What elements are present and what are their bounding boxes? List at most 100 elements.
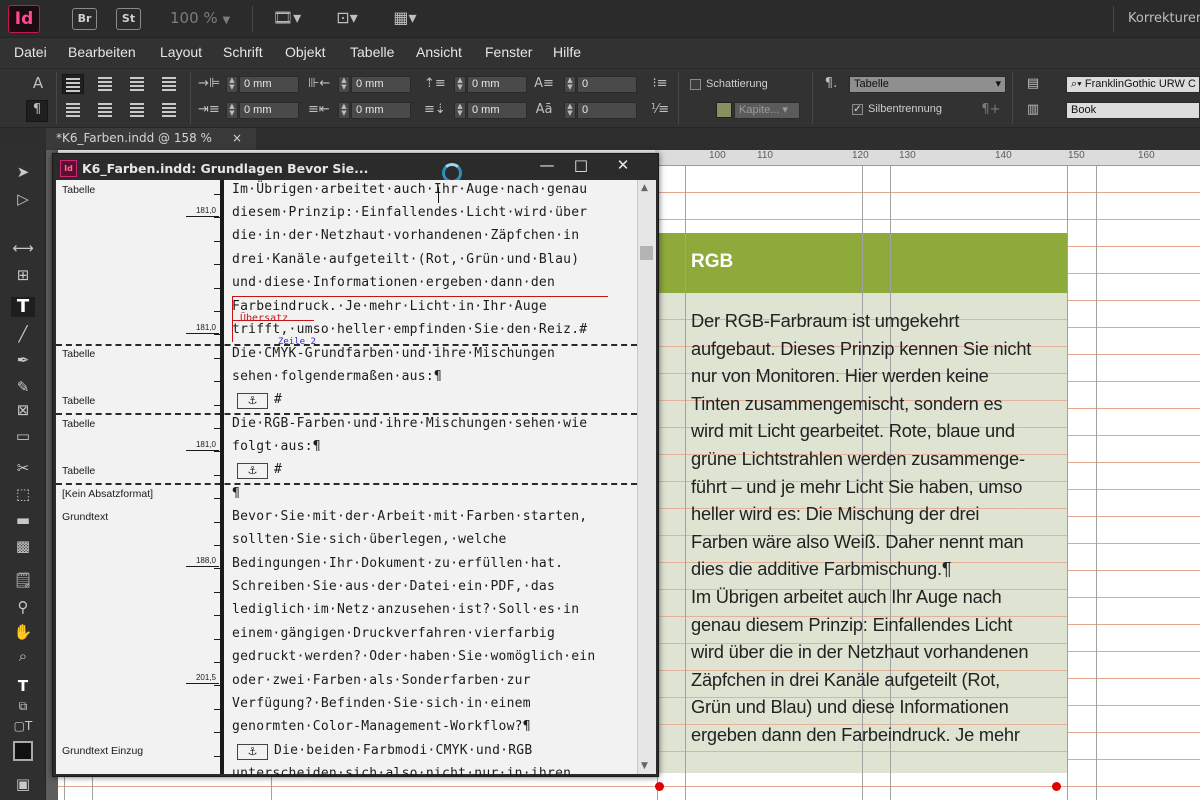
selection-tool-icon[interactable]: ➤ (11, 162, 35, 182)
scroll-down-icon[interactable]: ▼ (641, 761, 648, 771)
story-text-line[interactable]: drei·Kanäle·aufgeteilt·(Rot,·Grün·und·Bl… (232, 252, 579, 267)
paragraph-style-dropdown[interactable]: Tabelle ▾ (849, 76, 1006, 93)
story-text-line[interactable]: unterscheiden·sich·also·nicht·nur·in·ihr… (232, 766, 571, 781)
align-center-button[interactable] (94, 74, 116, 94)
drop-cap-chars-stepper[interactable]: ▲ ▼ (564, 102, 576, 119)
story-text-line[interactable]: sollten·Sie·sich·überlegen,·welche (232, 532, 507, 547)
span-columns-icon[interactable]: ▤ (1020, 75, 1046, 93)
free-transform-tool-icon[interactable]: ⬚ (11, 484, 35, 504)
menu-layout[interactable]: Layout (160, 44, 202, 60)
drop-cap-lines-field[interactable]: 0 (577, 76, 637, 93)
story-text-line[interactable]: einem·gängigen·Druckverfahren·vierfarbig (232, 626, 555, 641)
scissors-tool-icon[interactable]: ✂ (11, 458, 35, 478)
document-tab[interactable]: *K6_Farben.indd @ 158 % × (46, 128, 256, 150)
story-text-line[interactable]: Im·Übrigen·arbeitet·auch·Ihr·Auge·nach·g… (232, 182, 587, 197)
menu-fenster[interactable]: Fenster (485, 44, 532, 60)
story-text-line[interactable]: folgt·aus:¶ (232, 439, 321, 454)
space-after-stepper[interactable]: ▲ ▼ (454, 102, 466, 119)
font-family-field[interactable]: ⌕▾ FranklinGothic URW C (1066, 76, 1200, 93)
menu-ansicht[interactable]: Ansicht (416, 44, 462, 60)
scrollbar-thumb[interactable] (640, 246, 653, 260)
menu-hilfe[interactable]: Hilfe (553, 44, 581, 60)
align-left-button[interactable] (62, 74, 84, 94)
type-tool-icon[interactable]: T (11, 297, 35, 317)
gap-tool-icon[interactable]: ⟷ (11, 238, 35, 258)
stock-button[interactable]: St (116, 8, 141, 30)
note-tool-icon[interactable]: 🗒 (11, 570, 35, 590)
align-towards-spine-button[interactable] (158, 74, 180, 94)
bridge-button[interactable]: Br (72, 8, 97, 30)
hyphenation-checkbox[interactable]: ✓ (852, 104, 863, 115)
gradient-swatch-tool-icon[interactable]: ▬ (11, 510, 35, 530)
anchored-object-icon[interactable]: ⚓ (237, 393, 268, 409)
first-line-indent-field[interactable]: 0 mm (239, 102, 299, 119)
story-text-line[interactable]: gedruckt·werden?·Oder·haben·Sie·womöglic… (232, 649, 595, 664)
pencil-tool-icon[interactable]: ✎ (11, 377, 35, 397)
close-tab-icon[interactable]: × (232, 128, 242, 149)
left-indent-stepper[interactable]: ▲ ▼ (226, 76, 238, 93)
space-after-field[interactable]: 0 mm (467, 102, 527, 119)
minimize-button[interactable]: — (528, 154, 566, 176)
close-window-button[interactable]: ✕ (604, 154, 642, 176)
screen-mode-tool-icon[interactable]: ▣ (11, 774, 35, 794)
shading-color-swatch[interactable] (716, 102, 732, 118)
font-style-field[interactable]: Book (1066, 102, 1200, 119)
story-text-line[interactable]: Schreiben·Sie·aus·der·Datei·ein·PDF,·das (232, 579, 555, 594)
story-text-line[interactable]: und·diese·Informationen·ergeben·dann·den (232, 275, 555, 290)
rectangle-tool-icon[interactable]: ▭ (11, 426, 35, 446)
zoom-tool-icon[interactable]: ⌕ (11, 646, 35, 666)
drop-cap-chars-field[interactable]: 0 (577, 102, 637, 119)
story-text-line[interactable]: diesem·Prinzip:·Einfallendes·Licht·wird·… (232, 205, 587, 220)
story-text-line[interactable]: lediglich·im·Netz·anzusehen·ist?·Soll·es… (232, 602, 579, 617)
maximize-button[interactable]: □ (562, 154, 600, 176)
story-text-line[interactable]: # (274, 462, 282, 477)
last-line-indent-stepper[interactable]: ▲ ▼ (338, 102, 350, 119)
right-indent-stepper[interactable]: ▲ ▼ (338, 76, 350, 93)
space-before-field[interactable]: 0 mm (467, 76, 527, 93)
anchored-object-icon[interactable]: ⚓ (237, 744, 268, 760)
style-override-icon[interactable]: ¶+ (980, 101, 1002, 119)
fill-stroke-icon[interactable]: T (11, 676, 35, 696)
character-controls-button[interactable]: A (28, 74, 48, 92)
story-text-line[interactable]: Bedingungen·Ihr·Dokument·zu·erfüllen·hat… (232, 556, 563, 571)
arrange-documents-icon[interactable]: ▦▾ (388, 9, 422, 27)
shading-checkbox[interactable] (690, 79, 701, 90)
story-text-line[interactable]: # (274, 392, 282, 407)
story-text-line[interactable]: ¶ (232, 486, 240, 501)
pen-tool-icon[interactable]: ✒ (11, 350, 35, 370)
space-before-stepper[interactable]: ▲ ▼ (454, 76, 466, 93)
chapter-dropdown[interactable]: Kapite... ▾ (734, 102, 800, 119)
align-right-button[interactable] (126, 74, 148, 94)
numbered-list-icon[interactable]: ⅟≡ (650, 101, 670, 119)
story-text-line[interactable]: Verfügung?·Befinden·Sie·sich·in·einem (232, 696, 531, 711)
story-text-line[interactable]: Die·CMYK-Grundfarben·und·ihre·Mischungen (232, 346, 555, 361)
scroll-up-icon[interactable]: ▲ (641, 183, 648, 193)
gradient-feather-tool-icon[interactable]: ▩ (11, 536, 35, 556)
justify-center-button[interactable] (94, 100, 116, 120)
paragraph-controls-button[interactable]: ¶ (26, 100, 48, 122)
story-text-line[interactable]: Farbeindruck.·Je·mehr·Licht·in·Ihr·Auge (232, 299, 547, 314)
workspace-switcher[interactable]: Korrekturen (1128, 11, 1200, 26)
story-text-line[interactable]: trifft,·umso·heller·empfinden·Sie·den·Re… (232, 322, 587, 337)
right-indent-field[interactable]: 0 mm (351, 76, 411, 93)
story-text-line[interactable]: Die·beiden·Farbmodi·CMYK·und·RGB (274, 743, 532, 758)
story-text-line[interactable]: oder·zwei·Farben·als·Sonderfarben·zur (232, 673, 531, 688)
menu-objekt[interactable]: Objekt (285, 44, 325, 60)
direct-selection-tool-icon[interactable]: ▷ (11, 189, 35, 209)
story-text-line[interactable]: genormten·Color-Management-Workflow?¶ (232, 719, 531, 734)
story-text-line[interactable]: Die·RGB-Farben·und·ihre·Mischungen·sehen… (232, 416, 587, 431)
view-options-icon[interactable]: 🎞▾ (270, 9, 304, 27)
menu-schrift[interactable]: Schrift (223, 44, 263, 60)
grid-align-icon[interactable]: ▥ (1020, 101, 1046, 119)
vertical-scrollbar[interactable] (637, 180, 656, 774)
last-line-indent-field[interactable]: 0 mm (351, 102, 411, 119)
menu-tabelle[interactable]: Tabelle (350, 44, 394, 60)
menu-datei[interactable]: Datei (14, 44, 47, 60)
story-text-line[interactable]: die·in·der·Netzhaut·vorhandenen·Zäpfchen… (232, 228, 579, 243)
swap-colors-icon[interactable]: ⧉ (11, 696, 35, 716)
normal-view-icon[interactable] (13, 741, 33, 761)
screen-mode-icon[interactable]: ⊡▾ (330, 9, 364, 27)
justify-right-button[interactable] (126, 100, 148, 120)
story-text-line[interactable]: sehen·folgendermaßen·aus:¶ (232, 369, 442, 384)
eyedropper-tool-icon[interactable]: ⚲ (11, 597, 35, 617)
